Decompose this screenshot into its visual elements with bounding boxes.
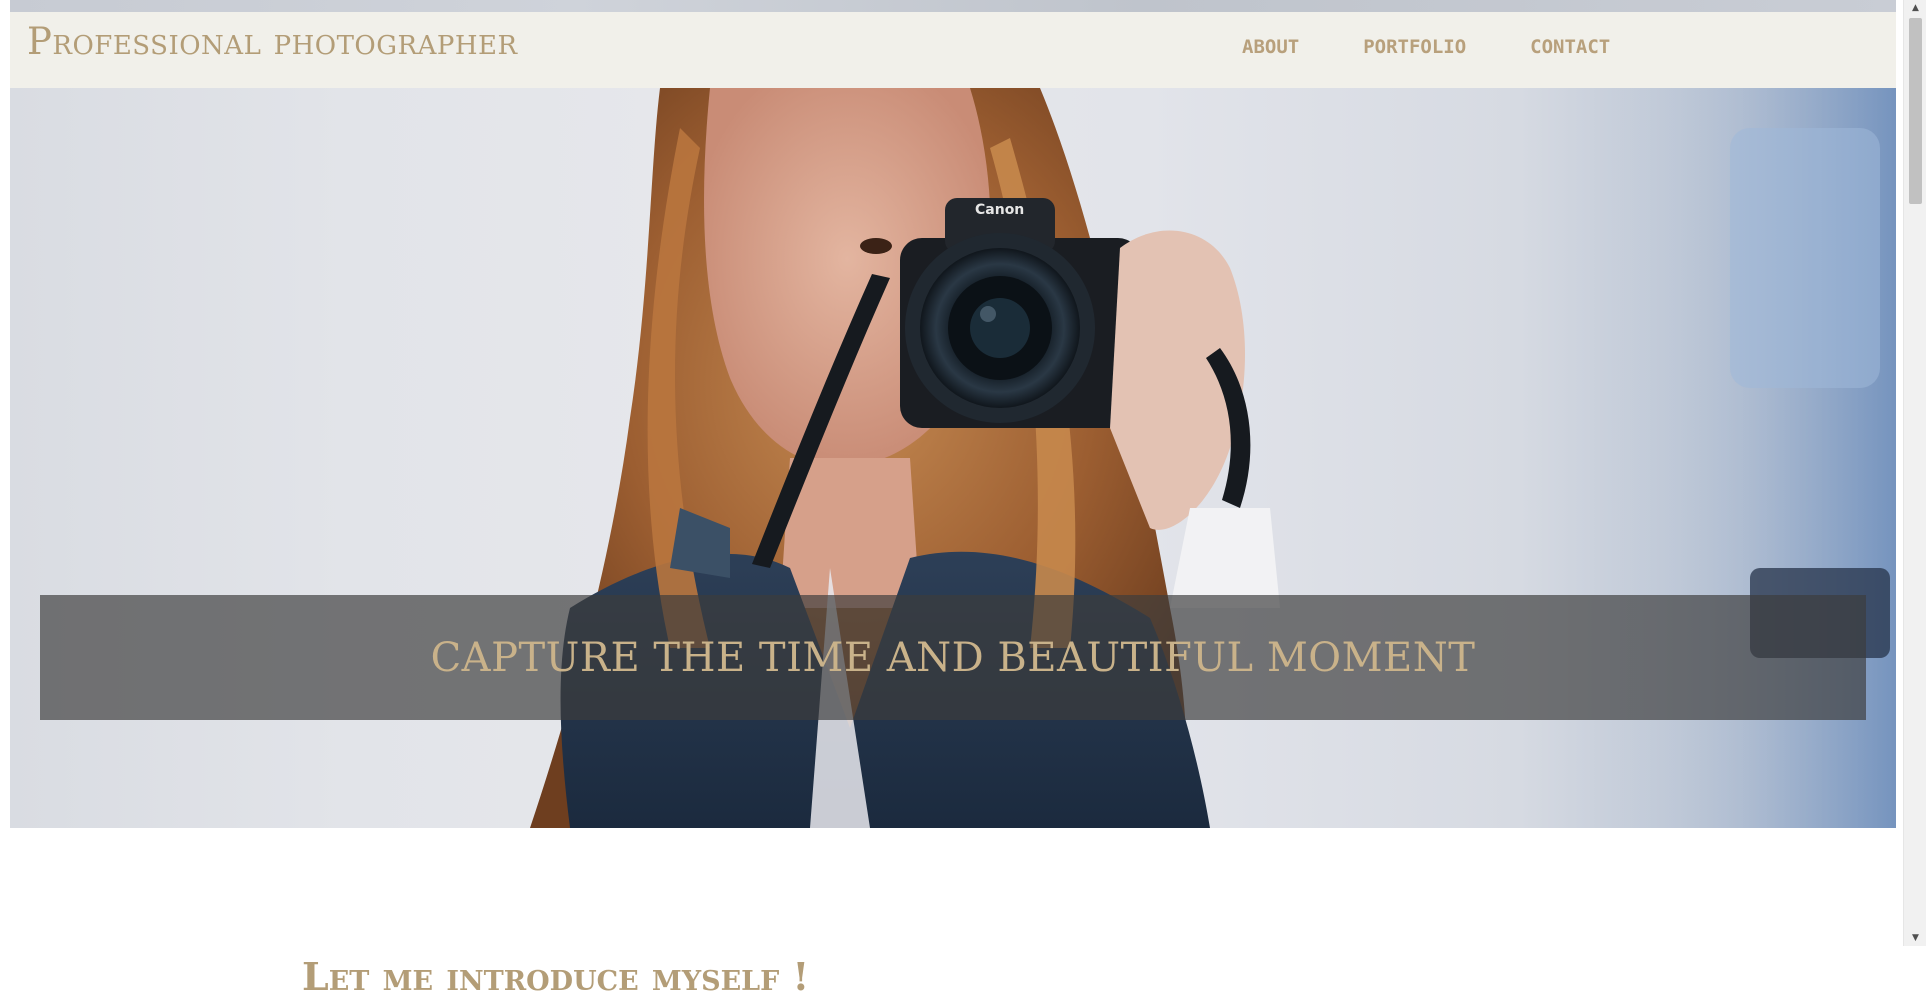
hero-caption-band: CAPTURE THE TIME AND BEAUTIFUL MOMENT: [40, 595, 1866, 720]
scroll-down-icon[interactable]: ▼: [1904, 930, 1926, 946]
svg-text:Canon: Canon: [975, 202, 1024, 218]
site-header: Professional photographer ABOUT PORTFOLI…: [10, 12, 1896, 88]
scroll-up-icon[interactable]: ▲: [1904, 0, 1926, 16]
page-scrollbar[interactable]: ▲ ▼: [1903, 0, 1926, 946]
nav-link-contact[interactable]: CONTACT: [1530, 36, 1610, 58]
page-viewport: Professional photographer ABOUT PORTFOLI…: [0, 0, 1926, 999]
main-nav: ABOUT PORTFOLIO CONTACT: [1242, 36, 1674, 58]
hero-top-strip: [10, 0, 1896, 12]
nav-link-portfolio[interactable]: PORTFOLIO: [1363, 36, 1466, 58]
page-edge: [0, 0, 10, 828]
nav-link-about[interactable]: ABOUT: [1242, 36, 1299, 58]
intro-heading: Let me introduce myself !: [302, 953, 810, 999]
scroll-thumb[interactable]: [1909, 18, 1922, 204]
site-brand-title[interactable]: Professional photographer: [27, 20, 518, 63]
hero-caption: CAPTURE THE TIME AND BEAUTIFUL MOMENT: [430, 634, 1476, 681]
hero-section: Canon CAPTURE THE TIME AND BEAUTIFUL MOM…: [10, 88, 1896, 828]
